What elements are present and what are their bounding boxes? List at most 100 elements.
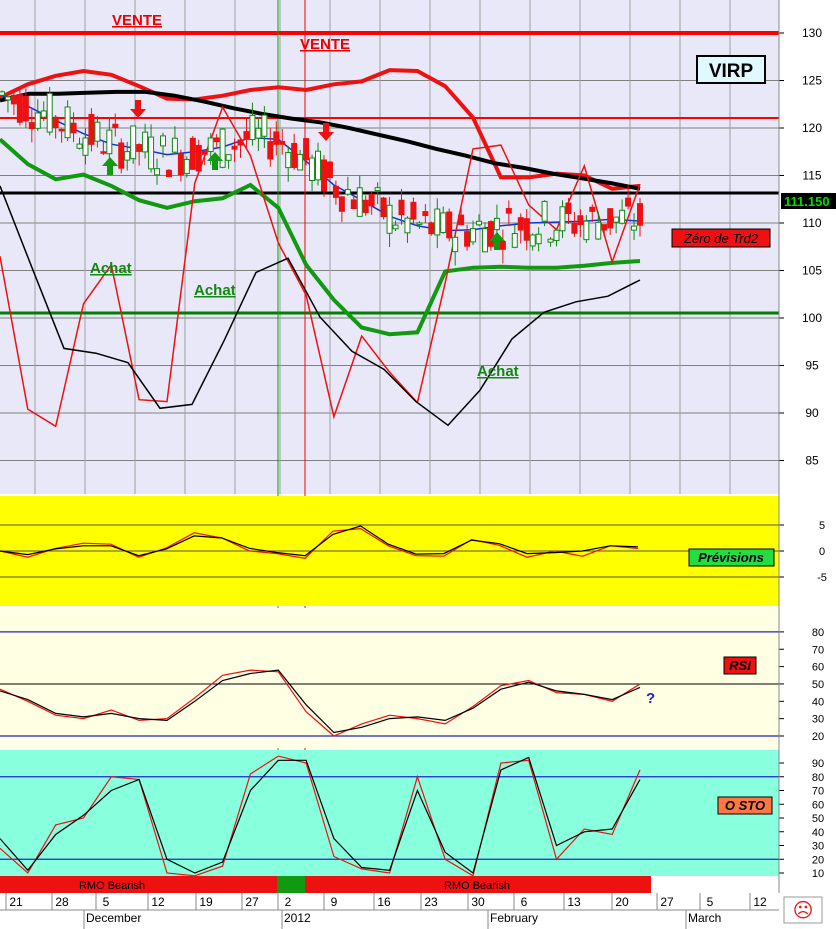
candle-body [28,122,35,130]
candle-body [547,238,554,243]
candle-body [565,202,572,214]
sto-y-tick-label: 50 [812,813,824,825]
x-day-label: 5 [103,895,110,909]
candle-body [434,208,441,236]
candle-body [398,199,405,216]
previsions-axis-panel [779,496,836,606]
candle-body [171,137,178,153]
rmo-label-1: RMO Bearish [79,880,145,892]
candle-body [386,204,393,234]
candle-body [0,91,5,96]
candle-body [16,94,23,123]
sto-axis-panel [779,750,836,876]
candle-body [350,199,357,210]
candle-body [82,137,89,156]
achat-label-3: Achat [477,363,519,380]
candle-body [410,201,417,220]
main-y-tick-label: 85 [805,454,819,468]
candle-body [255,127,262,139]
x-day-label: 12 [151,895,165,909]
main-y-tick-label: 95 [805,359,819,373]
candle-body [291,142,298,168]
candle-body [631,225,638,231]
candle-body [332,185,339,198]
main-y-tick-label: 110 [802,216,821,230]
candle-body [428,222,435,235]
last-price-label: 111.150 [784,194,830,209]
previsions-y-tick-label: -5 [817,572,827,584]
candle-body [470,228,477,243]
previsions-label: Prévisions [698,550,764,565]
rsi-y-tick-label: 40 [812,696,824,708]
candle-body [309,157,316,181]
candle-body [356,187,363,217]
candle-body [529,234,536,247]
candle-body [374,187,381,192]
main-y-tick-label: 120 [802,121,822,135]
candle-body [52,116,59,129]
candle-body [535,233,542,245]
x-day-label: 13 [567,895,581,909]
candle-body [142,131,149,153]
rsi-y-tick-label: 30 [812,714,824,726]
candle-body [637,203,643,226]
main-y-tick-label: 105 [802,264,822,278]
candle-body [231,145,238,150]
candle-body [148,136,155,170]
question-mark: ? [646,690,655,707]
candle-body [10,94,17,105]
candle-body [589,206,596,212]
candle-body [88,113,95,145]
sto-y-tick-label: 40 [812,827,824,839]
candle-body [553,229,560,241]
candle-body [112,123,119,128]
candle-body [362,199,369,214]
candle-body [416,222,423,225]
x-day-label: 20 [615,895,629,909]
candle-body [601,224,608,231]
x-month-label: March [688,911,721,925]
x-day-label: 27 [660,895,674,909]
candle-body [237,139,244,146]
candle-body [493,217,500,231]
x-day-label: 2 [285,895,292,909]
candle-body [267,141,274,160]
candle-body [344,189,351,195]
x-day-label: 30 [471,895,485,909]
x-day-label: 16 [377,895,391,909]
previsions-y-tick-label: 5 [819,520,825,532]
x-month-label: 2012 [284,911,311,925]
candle-body [243,131,250,140]
candle-body [523,218,530,241]
candle-body [76,143,83,149]
vente-label-1: VENTE [112,12,162,29]
chart-canvas: VENTE VENTE Achat Achat Achat VIRP Zéro … [0,0,836,929]
candle-body [219,128,226,168]
sad-face-icon: ☹ [793,900,814,922]
candle-body [195,144,202,172]
candle-body [154,168,161,176]
candle-body [464,231,471,247]
candle-body [279,141,286,145]
candle-body [249,114,256,141]
main-y-tick-label: 90 [805,406,819,420]
rsi-y-tick-label: 70 [812,644,824,656]
sto-y-tick-label: 90 [812,758,824,770]
candle-body [207,137,214,153]
candle-body [541,200,548,222]
candle-body [625,197,632,207]
candle-body [22,95,29,122]
candle-body [422,211,429,217]
candle-body [118,142,125,169]
x-day-label: 27 [245,895,259,909]
sto-y-tick-label: 30 [812,841,824,853]
x-day-label: 19 [199,895,213,909]
main-y-tick-label: 130 [802,26,822,40]
candle-body [34,112,41,129]
sto-y-tick-label: 10 [812,868,824,880]
candle-body [315,150,322,181]
candle-body [487,221,494,247]
main-y-tick-label: 100 [802,311,822,325]
rsi-y-tick-label: 20 [812,731,824,743]
candle-body [136,144,143,152]
